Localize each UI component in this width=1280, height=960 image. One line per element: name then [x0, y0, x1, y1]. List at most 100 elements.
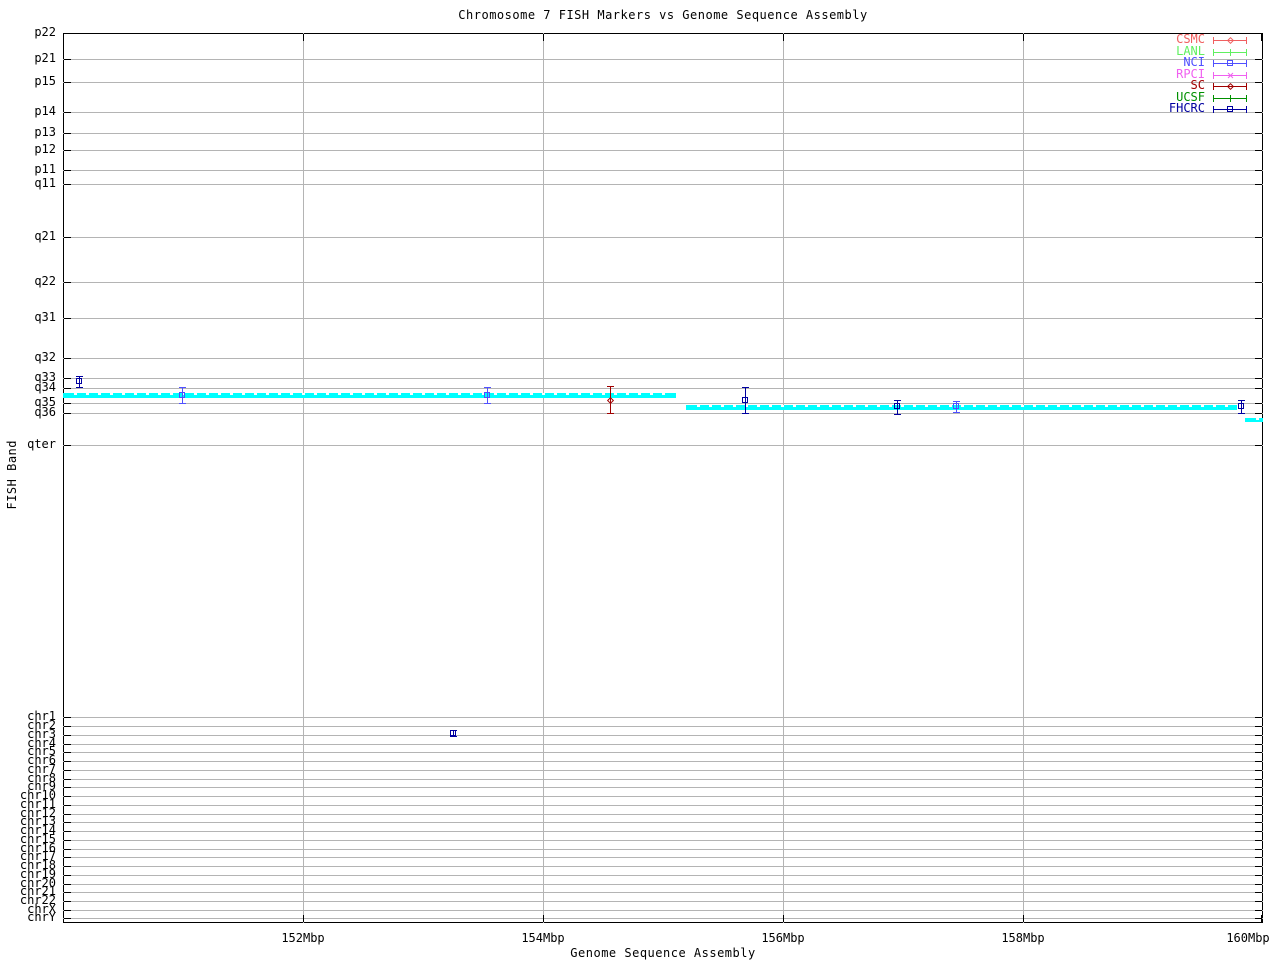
gridline-q32	[63, 358, 1263, 359]
axis-tick-left-chr5	[64, 752, 71, 753]
axis-tick-right-chr20	[1255, 884, 1262, 885]
axis-tick-right-q35	[1255, 403, 1262, 404]
y-tick-label-q22: q22	[34, 274, 56, 288]
axis-tick-right-chr6	[1255, 761, 1262, 762]
axis-tick-left-chr9	[64, 787, 71, 788]
x-tick-label-152Mbp: 152Mbp	[281, 931, 325, 945]
error-cap-top-NCI	[953, 401, 960, 402]
band-dash-texture	[688, 405, 1235, 407]
gridline-chr17	[63, 857, 1263, 858]
error-cap-bottom-FHCRC	[1238, 413, 1245, 414]
data-point-FHCRC-square-marker	[76, 378, 82, 384]
legend-marker-LANL-plus-marker	[1227, 52, 1234, 53]
axis-tick-left-q32	[64, 358, 71, 359]
axis-tick-left-p22	[64, 33, 71, 34]
axis-tick-right-p15	[1255, 82, 1262, 83]
axis-tick-right-chr21	[1255, 892, 1262, 893]
data-point-NCI-square-marker	[953, 403, 959, 409]
assembly-band-q35-q36	[686, 405, 1237, 410]
x-tick-label-160Mbp: 160Mbp	[1226, 931, 1270, 945]
legend-marker-FHCRC-square-marker	[1227, 106, 1233, 112]
error-cap-top-FHCRC	[76, 376, 83, 377]
axis-tick-right-chr12	[1255, 814, 1262, 815]
error-cap-top-FHCRC	[742, 387, 749, 388]
axis-tick-left-chr8	[64, 779, 71, 780]
gridline-q31	[63, 318, 1263, 319]
axis-tick-left-p12	[64, 150, 71, 151]
legend-marker-UCSF-plus-marker	[1227, 98, 1234, 99]
axis-tick-left-p13	[64, 133, 71, 134]
y-tick-label-qter: qter	[27, 437, 56, 451]
gridline-156Mbp	[783, 33, 784, 923]
gridline-chr16	[63, 849, 1263, 850]
band-dash-texture	[1247, 418, 1261, 420]
legend-sample-cap-UCSF	[1246, 95, 1247, 102]
gridline-152Mbp	[303, 33, 304, 923]
legend-sample-cap-RPCI	[1213, 72, 1214, 79]
axis-tick-left-chr6	[64, 761, 71, 762]
gridline-chr13	[63, 822, 1263, 823]
x-tick-label-156Mbp: 156Mbp	[761, 931, 805, 945]
gridline-chrX	[63, 910, 1263, 911]
legend-sample-cap-SC	[1213, 83, 1214, 90]
gridline-chr10	[63, 796, 1263, 797]
axis-tick-left-q33	[64, 378, 71, 379]
error-cap-top-FHCRC	[1238, 400, 1245, 401]
gridline-p21	[63, 59, 1263, 60]
error-cap-bottom-FHCRC	[76, 387, 83, 388]
error-cap-top-FHCRC	[894, 400, 901, 401]
gridline-q22	[63, 282, 1263, 283]
gridline-chr2	[63, 726, 1263, 727]
y-tick-label-p22: p22	[34, 25, 56, 39]
gridline-q35	[63, 403, 1263, 404]
legend-sample-cap-FHCRC	[1213, 106, 1214, 113]
axis-tick-right-chr18	[1255, 866, 1262, 867]
legend-sample-cap-CSMC	[1213, 37, 1214, 44]
y-tick-label-p13: p13	[34, 125, 56, 139]
legend-sample-cap-UCSF	[1213, 95, 1214, 102]
data-point-NCI-square-marker	[179, 392, 185, 398]
y-tick-label-q36: q36	[34, 405, 56, 419]
legend-marker-NCI-square-marker	[1227, 60, 1233, 66]
gridline-chr21	[63, 892, 1263, 893]
axis-tick-left-chr11	[64, 805, 71, 806]
axis-tick-left-chr2	[64, 726, 71, 727]
axis-tick-left-chr3	[64, 735, 71, 736]
axis-tick-top-156Mbp	[783, 34, 784, 41]
gridline-chr9	[63, 787, 1263, 788]
y-tick-label-q21: q21	[34, 229, 56, 243]
axis-tick-bottom-154Mbp	[543, 915, 544, 922]
legend-sample-cap-RPCI	[1246, 72, 1247, 79]
axis-tick-left-q31	[64, 318, 71, 319]
data-point-FHCRC-square-marker	[742, 397, 748, 403]
axis-tick-right-chr11	[1255, 805, 1262, 806]
axis-tick-bottom-158Mbp	[1023, 915, 1024, 922]
gridline-chr20	[63, 884, 1263, 885]
axis-tick-left-chr14	[64, 831, 71, 832]
axis-tick-left-chrY	[64, 918, 71, 919]
axis-tick-right-q11	[1255, 184, 1262, 185]
axis-tick-right-chr13	[1255, 822, 1262, 823]
gridline-158Mbp	[1023, 33, 1024, 923]
axis-tick-left-chr12	[64, 814, 71, 815]
axis-tick-right-q32	[1255, 358, 1262, 359]
axis-tick-left-p11	[64, 170, 71, 171]
axis-tick-left-chr16	[64, 849, 71, 850]
gridline-chr3	[63, 735, 1263, 736]
axis-tick-right-p14	[1255, 112, 1262, 113]
legend-sample-cap-NCI	[1213, 60, 1214, 67]
axis-tick-right-p13	[1255, 133, 1262, 134]
y-tick-label-q11: q11	[34, 176, 56, 190]
axis-tick-right-q33	[1255, 378, 1262, 379]
gridline-p13	[63, 133, 1263, 134]
x-axis-label: Genome Sequence Assembly	[570, 946, 756, 960]
gridline-q21	[63, 237, 1263, 238]
axis-tick-left-q22	[64, 282, 71, 283]
y-tick-label-q34: q34	[34, 380, 56, 394]
axis-tick-right-q22	[1255, 282, 1262, 283]
error-cap-top-SC	[607, 386, 614, 387]
gridline-chr4	[63, 744, 1263, 745]
gridline-chr1	[63, 717, 1263, 718]
gridline-q11	[63, 184, 1263, 185]
axis-tick-left-chr15	[64, 840, 71, 841]
